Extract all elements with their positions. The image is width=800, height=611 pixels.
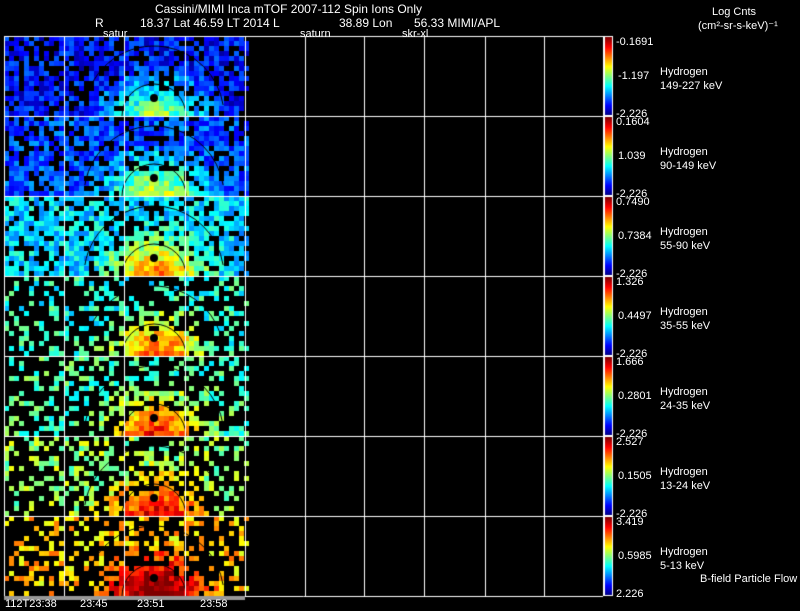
colorbar-max-label: 0.1604 [616, 116, 650, 128]
units-label: (cm²-sr-s-keV)⁻¹ [698, 20, 778, 32]
panel-species-label: Hydrogen [660, 386, 708, 398]
x-tick-label: 23:51 [137, 598, 165, 610]
footer-note: B-field Particle Flow [700, 573, 798, 585]
colorbar-max-label: 3.419 [616, 516, 644, 528]
colorbar-max-label: 0.7490 [616, 196, 650, 208]
panel-energy-label: 13-24 keV [660, 480, 711, 492]
panel-species-label: Hydrogen [660, 66, 708, 78]
panel-energy-label: 35-55 keV [660, 320, 711, 332]
panel-species-label: Hydrogen [660, 466, 708, 478]
panel-species-label: Hydrogen [660, 306, 708, 318]
colorbar-mid-label: 1.039 [618, 150, 646, 162]
x-tick-label: 112T23:38 [5, 598, 57, 610]
x-tick-label: 23:45 [80, 598, 108, 610]
x-tick-label: 23:58 [200, 598, 228, 610]
colorbar-mid-label: 0.5985 [618, 550, 652, 562]
overlay-label: skr-xl [402, 28, 429, 40]
units-label: Log Cnts [712, 6, 757, 18]
panel-energy-label: 55-90 keV [660, 240, 711, 252]
panel-species-label: Hydrogen [660, 146, 708, 158]
colorbar-mid-label: 0.1505 [618, 470, 652, 482]
overlay-label: saturn [300, 28, 331, 40]
header-position: 18.37 Lat 46.59 LT 2014 L [140, 16, 280, 30]
header-lon: 38.89 Lon [339, 16, 393, 30]
colorbar-mid-label: 0.4497 [618, 310, 652, 322]
panel-energy-label: 90-149 keV [660, 160, 717, 172]
colorbar-mid-label: 0.7384 [618, 230, 652, 242]
colorbar-max-label: -0.1691 [616, 36, 654, 48]
chart-title: Cassini/MIMI Inca mTOF 2007-112 Spin Ion… [155, 2, 422, 16]
colorbar-max-label: 1.326 [616, 276, 644, 288]
panel-energy-label: 5-13 keV [660, 560, 705, 572]
panel-species-label: Hydrogen [660, 546, 708, 558]
panel-energy-label: 24-35 keV [660, 400, 711, 412]
panel-energy-label: 149-227 keV [660, 80, 723, 92]
colorbar-mid-label: 0.2801 [618, 390, 652, 402]
colorbar-min-label: 2.226 [616, 588, 644, 600]
colorbar-max-label: 1.666 [616, 356, 644, 368]
colorbar-max-label: 2.527 [616, 436, 644, 448]
colorbar-mid-label: -1.197 [618, 70, 650, 82]
overlay-label: satur [103, 28, 128, 40]
panel-species-label: Hydrogen [660, 226, 708, 238]
